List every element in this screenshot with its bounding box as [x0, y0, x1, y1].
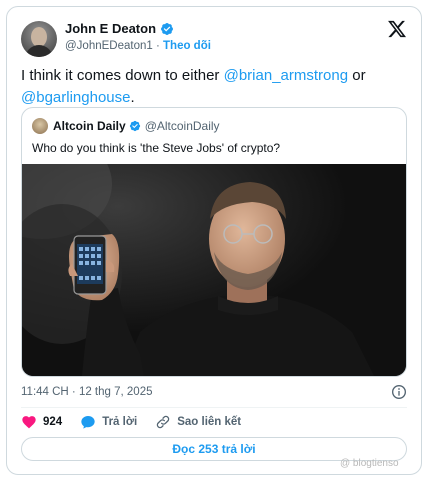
divider [21, 407, 407, 408]
copy-link-label: Sao liên kết [177, 416, 242, 428]
author-name[interactable]: John E Deaton [65, 21, 156, 37]
tweet-card: John E Deaton @JohnEDeaton1 · Theo dõi I… [6, 6, 422, 475]
speech-bubble-icon [81, 416, 95, 429]
verified-badge-icon [161, 23, 173, 35]
quoted-author-name: Altcoin Daily [53, 119, 126, 133]
photo-illustration [22, 164, 406, 376]
author-avatar[interactable] [21, 21, 57, 57]
mention-brian-armstrong[interactable]: @brian_armstrong [224, 67, 348, 84]
tweet-text-middle: or [348, 67, 366, 84]
handle-separator: · [155, 40, 160, 52]
quoted-tweet-text: Who do you think is 'the Steve Jobs' of … [32, 141, 281, 155]
quoted-author-avatar [32, 118, 48, 134]
author-name-row: John E Deaton [65, 21, 174, 37]
author-handle-row: @JohnEDeaton1 · Theo dõi [65, 39, 211, 53]
link-icon [156, 415, 170, 429]
tweet-text-after: . [130, 89, 135, 106]
watermark: @ blogtienso [340, 458, 399, 469]
quoted-author-handle: @AltcoinDaily [144, 119, 220, 133]
quoted-author-row: Altcoin Daily @AltcoinDaily [53, 118, 220, 134]
quoted-tweet-photo[interactable] [22, 164, 406, 376]
copy-link-button[interactable]: Sao liên kết [155, 414, 241, 430]
mention-bgarlinghouse[interactable]: @bgarlinghouse [21, 89, 130, 106]
tweet-text-before: I think it comes down to either [21, 67, 224, 84]
follow-button[interactable]: Theo dõi [163, 40, 211, 52]
tweet-timestamp[interactable]: 11:44 CH · 12 thg 7, 2025 [21, 385, 153, 399]
reply-button[interactable]: Trả lời [80, 414, 137, 430]
info-icon[interactable] [391, 384, 407, 400]
verified-badge-icon [129, 120, 140, 132]
tweet-text: I think it comes down to either @brian_a… [21, 65, 411, 109]
heart-icon [22, 416, 36, 429]
action-bar: 924 Trả lời Sao liên kết [21, 414, 259, 430]
avatar-face [31, 27, 47, 47]
like-button[interactable]: 924 [21, 414, 62, 430]
x-logo-icon[interactable] [387, 19, 407, 39]
quoted-tweet[interactable]: Altcoin Daily @AltcoinDaily Who do you t… [21, 107, 407, 377]
reply-label: Trả lời [102, 416, 138, 428]
author-handle[interactable]: @JohnEDeaton1 [65, 40, 153, 52]
watermark-text: @ blogtienso [340, 458, 399, 469]
avatar-shoulders [25, 45, 53, 57]
like-count: 924 [43, 416, 63, 428]
